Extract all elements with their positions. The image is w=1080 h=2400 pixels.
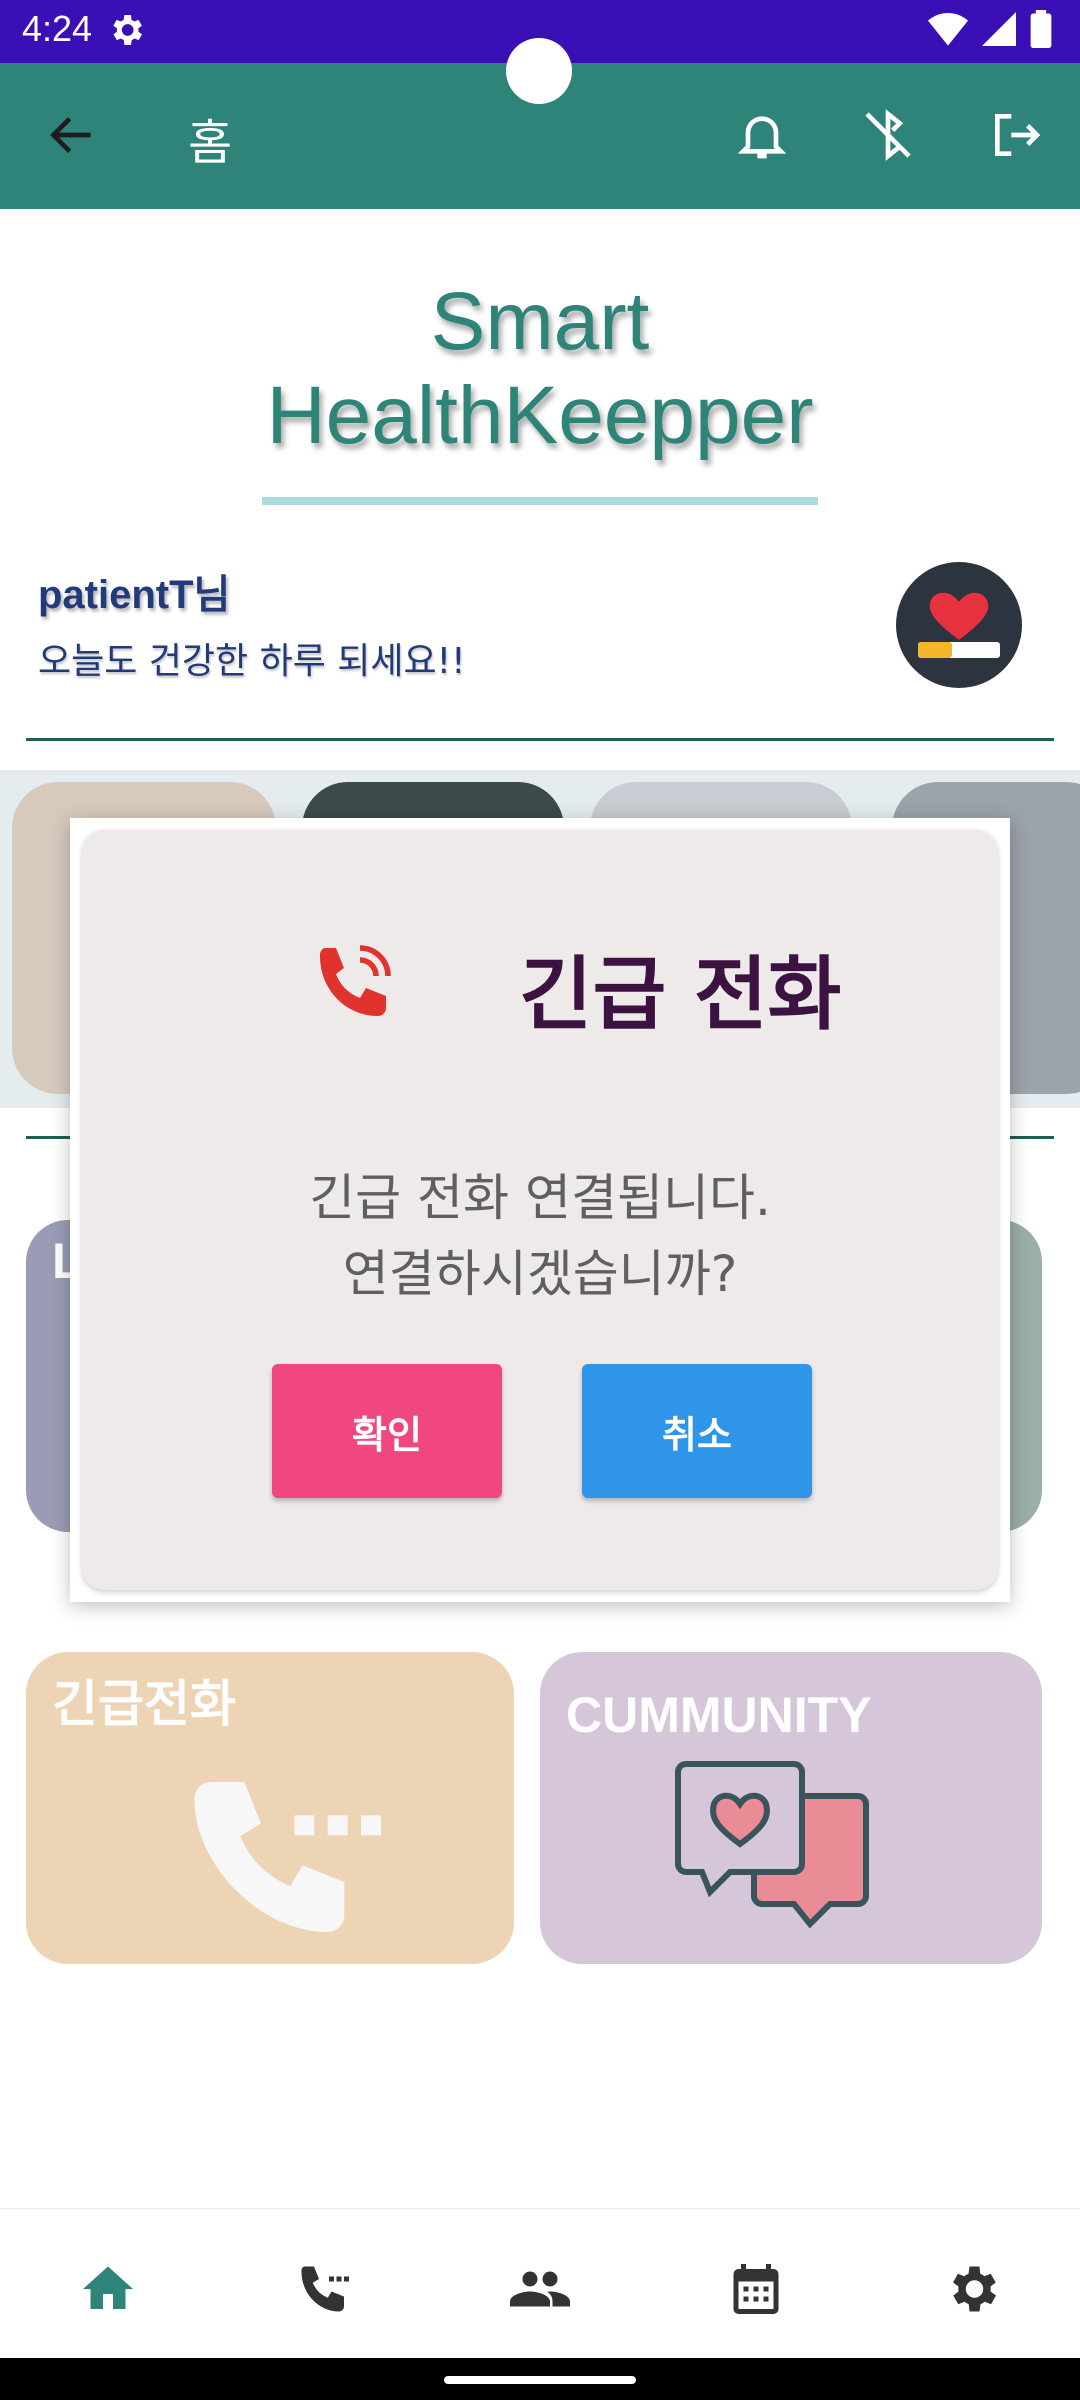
community-label: CUMMUNITY <box>566 1687 872 1743</box>
brand-title-line1: Smart <box>430 276 650 367</box>
chat-heart-icon <box>675 1761 869 1929</box>
app-bar-title: 홈 <box>188 115 233 171</box>
home-icon[interactable] <box>78 2259 138 2319</box>
settings-icon[interactable] <box>942 2259 1002 2319</box>
dialog-message: 긴급 전화 연결됩니다. 연결하시겠습니까? <box>82 1160 998 1312</box>
status-time: 4:24 <box>22 8 93 49</box>
bluetooth-disabled-icon[interactable] <box>860 107 916 163</box>
confirm-button[interactable]: 확인 <box>272 1364 502 1498</box>
settings-notification-icon <box>113 15 142 45</box>
community-card[interactable]: CUMMUNITY <box>540 1652 1042 1964</box>
brand-underline <box>262 497 818 505</box>
people-icon[interactable] <box>510 2259 570 2319</box>
logout-icon[interactable] <box>988 107 1044 163</box>
dialog-message-line1: 긴급 전화 연결됩니다. <box>309 1169 771 1227</box>
greeting-message: 오늘도 건강한 하루 되세요!! <box>38 641 466 682</box>
status-indicators <box>928 10 1052 48</box>
emergency-call-card[interactable]: 긴급전화 <box>26 1652 514 1964</box>
emergency-call-label: 긴급전화 <box>52 1676 236 1732</box>
calendar-icon[interactable] <box>726 2259 786 2319</box>
phone-dots-icon <box>194 1782 381 1932</box>
wifi-icon <box>928 13 968 46</box>
brand-title: Smart HealthKeepper <box>0 275 1080 463</box>
bottom-navigation <box>0 2208 1080 2359</box>
home-gesture-pill[interactable] <box>444 2376 636 2384</box>
back-arrow-icon[interactable] <box>44 107 100 163</box>
battery-icon <box>1030 10 1052 48</box>
divider <box>26 738 1054 741</box>
camera-cutout <box>506 38 572 104</box>
dialog-title: 긴급 전화 <box>519 948 842 1041</box>
phone-icon[interactable] <box>294 2259 354 2319</box>
bell-icon[interactable] <box>734 107 790 163</box>
brand-title-line2: HealthKeepper <box>266 370 814 461</box>
heart-avatar[interactable] <box>896 562 1022 688</box>
greeting-name: patientT님 <box>38 573 231 617</box>
dialog-message-line2: 연결하시겠습니까? <box>342 1245 738 1303</box>
signal-icon <box>982 12 1016 46</box>
emergency-call-dialog: 긴급 전화 긴급 전화 연결됩니다. 연결하시겠습니까? 확인 취소 <box>70 818 1010 1602</box>
system-navigation-bar <box>0 2358 1080 2400</box>
heart-battery-icon <box>918 592 1000 658</box>
cancel-button[interactable]: 취소 <box>582 1364 812 1498</box>
ringing-phone-icon <box>319 945 391 1016</box>
dialog-card: 긴급 전화 긴급 전화 연결됩니다. 연결하시겠습니까? 확인 취소 <box>82 830 998 1590</box>
